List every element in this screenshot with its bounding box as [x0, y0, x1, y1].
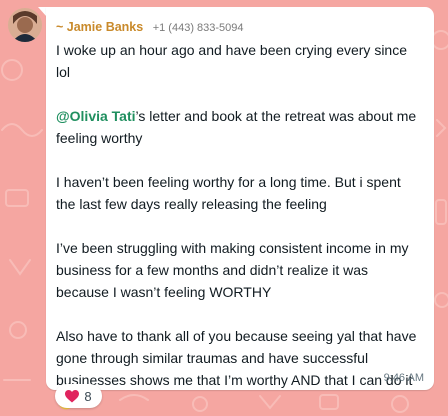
reaction-count: 8 [84, 388, 92, 404]
reaction-pill[interactable]: 8 [55, 384, 102, 408]
sender-prefix: ~ [56, 20, 67, 34]
message-paragraph-text: Also have to thank all of you because se… [56, 328, 417, 388]
sender-phone[interactable]: +1 (443) 833-5094 [153, 22, 244, 34]
sender-name-text: Jamie Banks [66, 20, 144, 34]
message-paragraph: @Olivia Tati’s letter and book at the re… [56, 105, 424, 149]
message-paragraph: Also have to thank all of you because se… [56, 325, 424, 413]
avatar[interactable] [8, 8, 42, 42]
red-heart-icon [65, 389, 80, 402]
sender-name[interactable]: ~ Jamie Banks [56, 20, 147, 34]
message-timestamp: 9:46 AM [383, 372, 424, 384]
mention-link[interactable]: @Olivia Tati [56, 108, 136, 124]
message-paragraph: I haven’t been feeling worthy for a long… [56, 174, 401, 212]
message-header: ~ Jamie Banks +1 (443) 833-5094 [56, 19, 244, 35]
message-paragraph: I woke up an hour ago and have been cryi… [56, 42, 408, 80]
message-body: I woke up an hour ago and have been cryi… [56, 39, 424, 413]
message-paragraph: I’ve been struggling with making consist… [56, 240, 409, 300]
message-bubble[interactable]: ~ Jamie Banks +1 (443) 833-5094 I woke u… [46, 7, 434, 410]
avatar-photo-icon [8, 8, 42, 42]
